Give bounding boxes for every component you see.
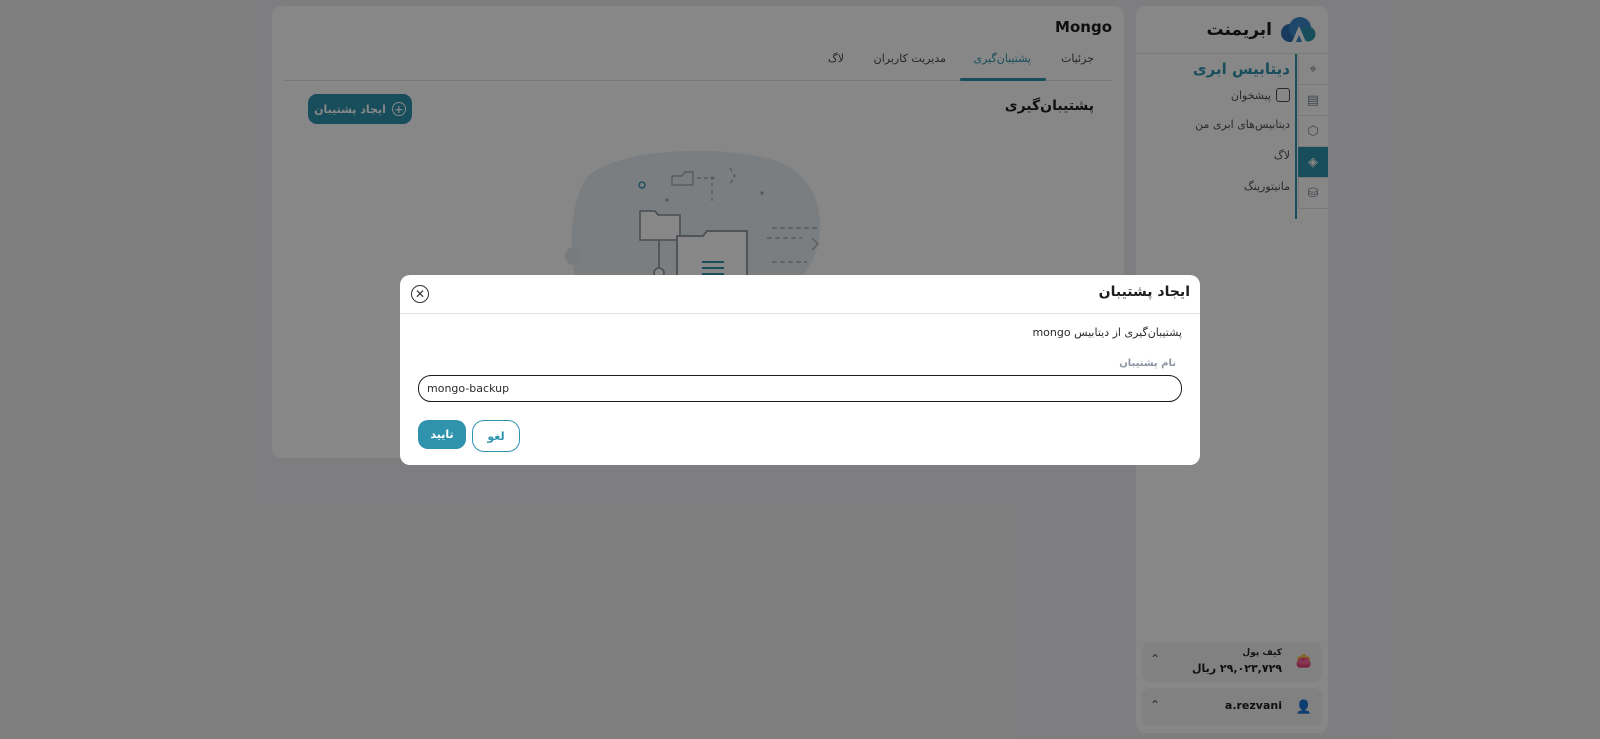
modal-description: پشتیبان‌گیری از دیتابیس mongo xyxy=(1032,326,1182,339)
backup-name-label: نام پشتیبان xyxy=(1119,358,1176,369)
create-backup-modal: ایجاد پشتیبان ✕ پشتیبان‌گیری از دیتابیس … xyxy=(400,275,1200,465)
modal-title: ایجاد پشتیبان xyxy=(1098,284,1190,300)
confirm-button[interactable]: تایید xyxy=(418,420,466,449)
cancel-button[interactable]: لغو xyxy=(472,420,520,452)
close-icon[interactable]: ✕ xyxy=(411,285,429,303)
backup-name-input[interactable] xyxy=(418,375,1182,402)
modal-header: ایجاد پشتیبان ✕ xyxy=(400,275,1200,314)
